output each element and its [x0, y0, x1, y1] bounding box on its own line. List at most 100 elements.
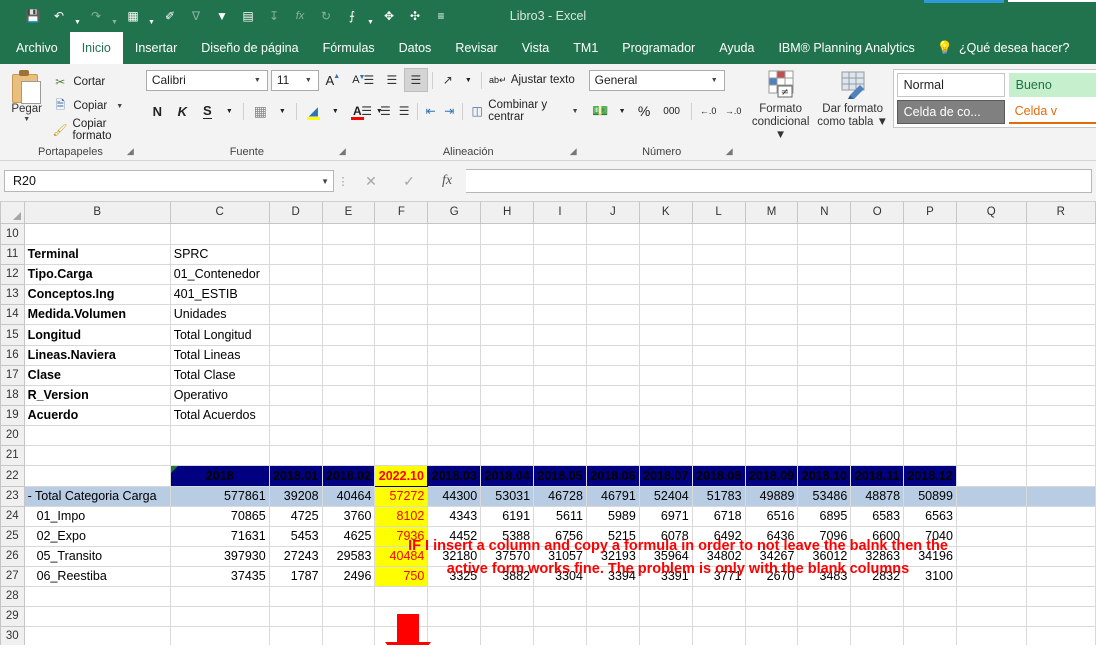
- cell-O15[interactable]: [850, 323, 905, 346]
- cell-E28[interactable]: [321, 585, 376, 607]
- paste-button[interactable]: Pegar ▼: [5, 67, 48, 124]
- percent-format-button[interactable]: %: [633, 100, 656, 123]
- cell-B20[interactable]: [23, 424, 171, 446]
- cell-H19[interactable]: [480, 404, 535, 426]
- cell-styles-gallery[interactable]: Normal Bueno Celda de co... Celda v: [892, 69, 1096, 128]
- cell-B28[interactable]: [23, 585, 171, 607]
- pivot-row-label[interactable]: 01_Impo: [23, 505, 171, 527]
- pivot-cell-r1-c6[interactable]: 5611: [533, 505, 587, 527]
- pivot-column-header-9[interactable]: 2018.08: [691, 464, 746, 487]
- cell-B17[interactable]: Clase: [23, 364, 171, 386]
- eraser-icon[interactable]: ✐: [157, 3, 183, 29]
- cell-M13[interactable]: [744, 283, 799, 305]
- cell-L15[interactable]: [691, 323, 746, 346]
- cell-J10[interactable]: [585, 222, 640, 245]
- cell-K21[interactable]: [638, 444, 693, 466]
- select-all-button[interactable]: [0, 202, 25, 224]
- cell-J29[interactable]: [585, 605, 640, 627]
- cell-D20[interactable]: [268, 424, 323, 446]
- cell-G17[interactable]: [427, 364, 482, 386]
- formula-bar-handle[interactable]: ⋮: [334, 175, 352, 188]
- cell-J16[interactable]: [585, 344, 640, 366]
- cell-H10[interactable]: [480, 222, 535, 245]
- cell-R16[interactable]: [1025, 344, 1096, 366]
- row-header[interactable]: 22: [0, 464, 25, 487]
- cell-H11[interactable]: [480, 243, 535, 265]
- pivot-cell-r1-c3[interactable]: 8102: [374, 505, 429, 527]
- pivot-column-header-12[interactable]: 2018.11: [850, 464, 905, 487]
- tab-programador[interactable]: Programador: [610, 32, 707, 64]
- cell-J17[interactable]: [585, 364, 640, 386]
- cell-N11[interactable]: [797, 243, 852, 265]
- cell-B22[interactable]: [23, 464, 171, 487]
- name-box[interactable]: R20 ▼: [4, 170, 334, 192]
- cell-P17[interactable]: [903, 364, 957, 386]
- cell-D28[interactable]: [268, 585, 323, 607]
- pivot-column-header-10[interactable]: 2018.09: [744, 464, 799, 487]
- cell-D17[interactable]: [268, 364, 323, 386]
- cell-M10[interactable]: [744, 222, 799, 245]
- cell-Q20[interactable]: [955, 424, 1027, 446]
- pivot-column-header-5[interactable]: 2018.04: [480, 464, 535, 487]
- align-center-button[interactable]: ☰: [377, 100, 395, 122]
- cell-Q26[interactable]: [955, 545, 1027, 567]
- cell-R29[interactable]: [1025, 605, 1096, 627]
- cell-C20[interactable]: [169, 424, 270, 446]
- cell-I21[interactable]: [533, 444, 587, 466]
- column-header-O[interactable]: O: [850, 202, 905, 224]
- cell-M15[interactable]: [744, 323, 799, 346]
- cell-D30[interactable]: [268, 625, 323, 645]
- cell-P15[interactable]: [903, 323, 957, 346]
- align-middle-button[interactable]: ☰: [381, 69, 403, 91]
- pivot-cell-r1-c11[interactable]: 6895: [797, 505, 852, 527]
- pivot-cell-r1-c1[interactable]: 4725: [268, 505, 323, 527]
- cell-E20[interactable]: [321, 424, 376, 446]
- pivot-cell-r1-c4[interactable]: 4343: [427, 505, 482, 527]
- customize-qat-icon[interactable]: ≡: [428, 3, 454, 29]
- cell-H20[interactable]: [480, 424, 535, 446]
- cell-style-3[interactable]: Celda v: [1008, 100, 1096, 124]
- cell-M20[interactable]: [744, 424, 799, 446]
- cell-B14[interactable]: Medida.Volumen: [23, 303, 171, 325]
- sort-az-icon[interactable]: ↧: [261, 3, 287, 29]
- row-header[interactable]: 30: [0, 625, 25, 645]
- pivot-cell-r1-c10[interactable]: 6516: [744, 505, 799, 527]
- cell-I11[interactable]: [533, 243, 587, 265]
- cell-I10[interactable]: [533, 222, 587, 245]
- cell-L19[interactable]: [691, 404, 746, 426]
- chevron-down-icon[interactable]: ▼: [707, 77, 722, 84]
- cell-C17[interactable]: Total Clase: [169, 364, 270, 386]
- cell-E16[interactable]: [321, 344, 376, 366]
- cell-J19[interactable]: [585, 404, 640, 426]
- pivot-cell-r1-c7[interactable]: 5989: [585, 505, 640, 527]
- column-header-M[interactable]: M: [744, 202, 799, 224]
- font-name-combo[interactable]: Calibri ▼: [145, 69, 268, 91]
- collapse-selection-icon[interactable]: ✣: [402, 3, 428, 29]
- cell-D21[interactable]: [268, 444, 323, 466]
- cell-G13[interactable]: [427, 283, 482, 305]
- cell-F14[interactable]: [374, 303, 429, 325]
- undo-icon[interactable]: ↶: [46, 3, 72, 29]
- cell-style-0[interactable]: Normal: [896, 73, 1005, 97]
- cell-O17[interactable]: [850, 364, 905, 386]
- cell-I13[interactable]: [533, 283, 587, 305]
- pivot-cell-r0-c10[interactable]: 49889: [744, 485, 799, 507]
- cell-R11[interactable]: [1025, 243, 1096, 265]
- cell-H14[interactable]: [480, 303, 535, 325]
- cell-R27[interactable]: [1025, 565, 1096, 587]
- cell-K17[interactable]: [638, 364, 693, 386]
- cell-C14[interactable]: Unidades: [169, 303, 270, 325]
- pivot-cell-r0-c12[interactable]: 48878: [850, 485, 905, 507]
- tab-ayuda[interactable]: Ayuda: [707, 32, 766, 64]
- dialog-launcher-icon[interactable]: ◢: [570, 143, 577, 159]
- chevron-down-icon[interactable]: ▼: [221, 100, 238, 123]
- cell-O12[interactable]: [850, 263, 905, 285]
- pivot-column-header-7[interactable]: 2018.06: [585, 464, 640, 487]
- row-header[interactable]: 18: [0, 384, 25, 406]
- cell-R30[interactable]: [1025, 625, 1096, 645]
- pivot-cell-r2-c1[interactable]: 5453: [268, 525, 323, 547]
- increase-font-size-button[interactable]: A ▲: [322, 69, 345, 92]
- format-painter-button[interactable]: 🖌 Copiar formato: [48, 118, 136, 142]
- row-header[interactable]: 28: [0, 585, 25, 607]
- pivot-cell-r4-c1[interactable]: 1787: [268, 565, 323, 587]
